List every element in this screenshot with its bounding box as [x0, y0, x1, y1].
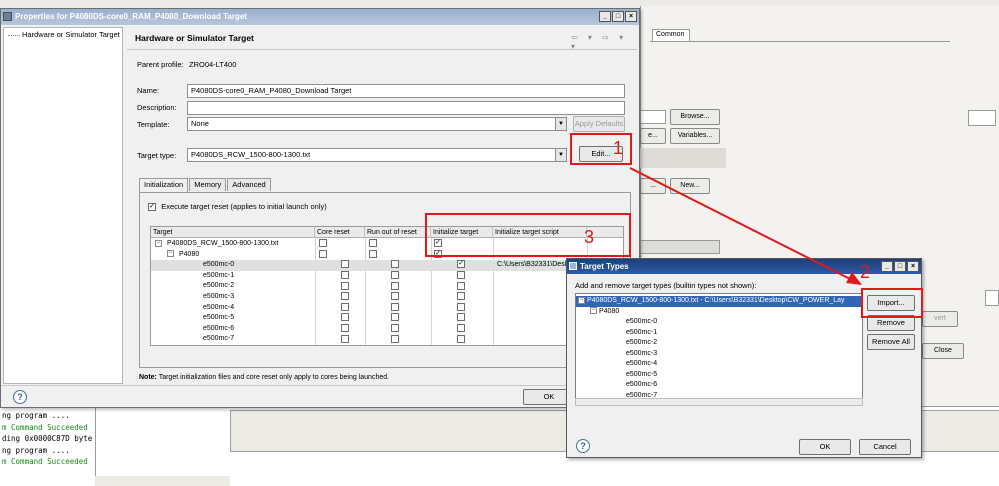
annotation-arrow — [629, 167, 862, 285]
